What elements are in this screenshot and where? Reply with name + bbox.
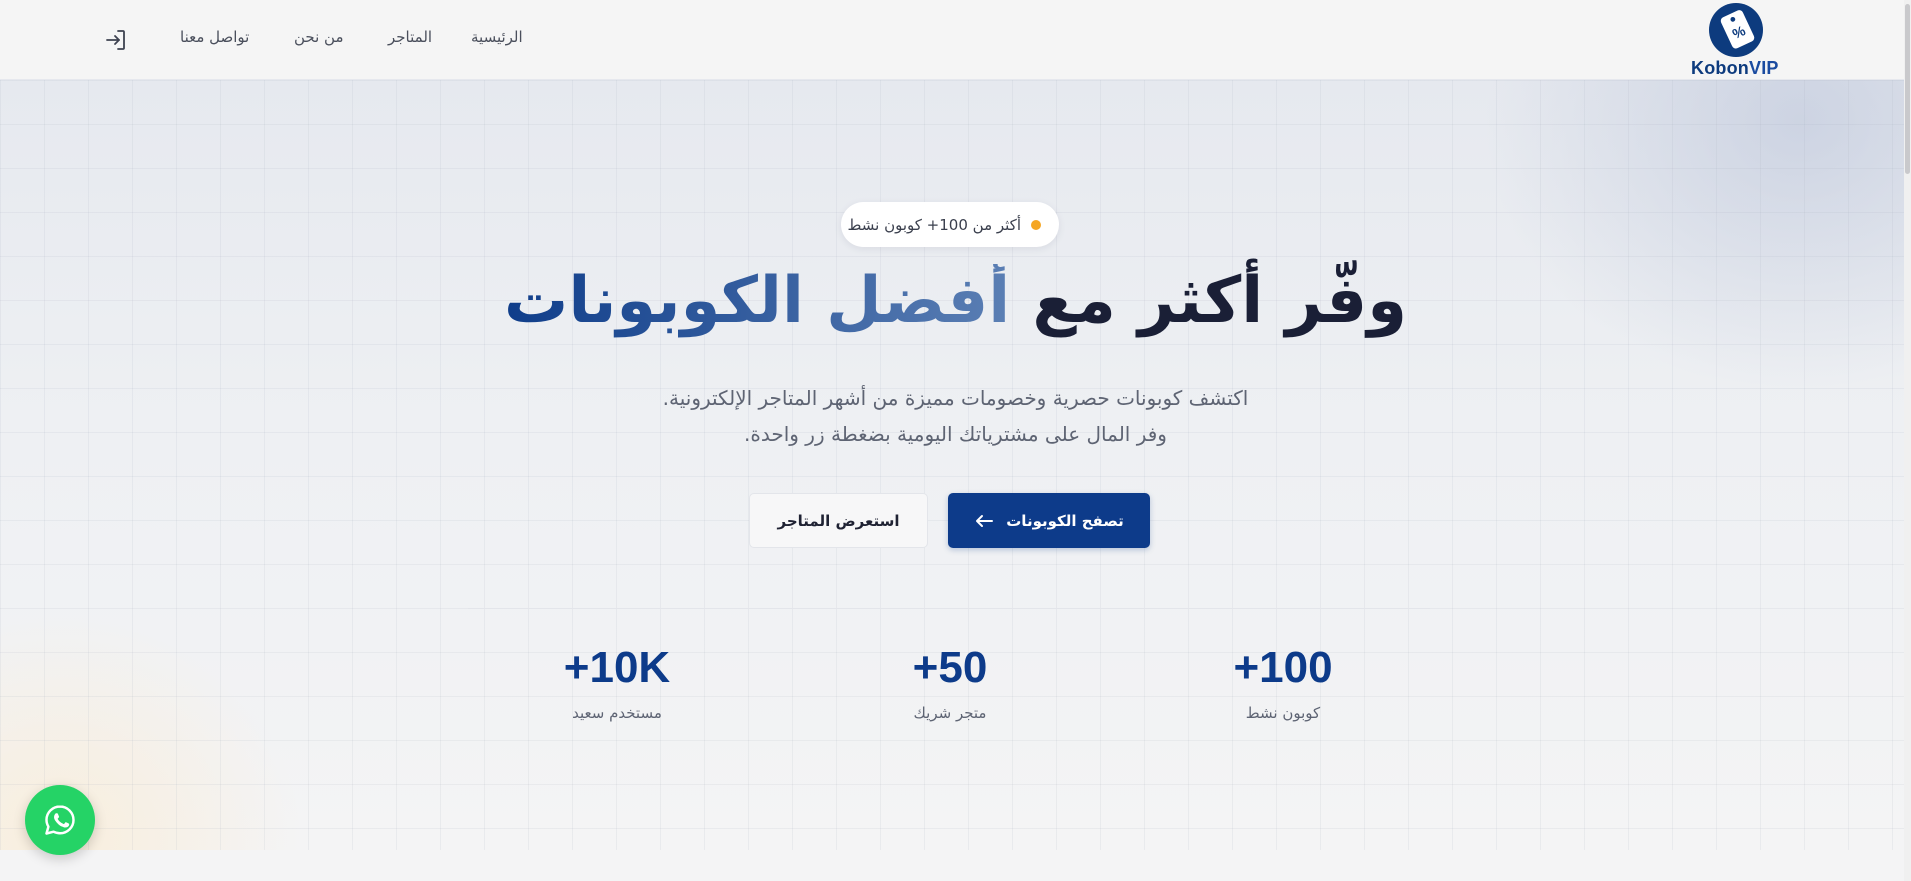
browse-stores-label: استعرض المتاجر — [777, 511, 900, 530]
scrollbar-thumb[interactable] — [1905, 4, 1910, 174]
whatsapp-button[interactable] — [25, 785, 95, 855]
nav-stores[interactable]: المتاجر — [388, 28, 432, 46]
browse-coupons-label: تصفح الكوبونات — [1006, 511, 1124, 530]
logo[interactable]: % KobonVIP — [1683, 0, 1791, 80]
stat-value: +50 — [912, 643, 988, 692]
hero-headline: وفّر أكثر مع أفضل الكوبونات — [0, 260, 1911, 343]
stat-stores: +50 متجر شريك — [850, 643, 1050, 723]
arrow-left-icon — [976, 514, 994, 527]
stat-value: +100 — [1233, 643, 1333, 692]
nav-about[interactable]: من نحن — [294, 28, 344, 46]
nav-contact[interactable]: تواصل معنا — [180, 28, 249, 46]
headline-accent: أفضل الكوبونات — [504, 264, 1011, 338]
active-coupons-badge: أكثر من 100+ كوبون نشط — [841, 202, 1059, 247]
stat-value: +10K — [563, 643, 671, 692]
logo-text: KobonVIP — [1691, 58, 1779, 79]
status-dot — [1031, 219, 1041, 230]
browse-stores-button[interactable]: استعرض المتاجر — [749, 493, 928, 548]
nav-home[interactable]: الرئيسية — [471, 28, 523, 46]
headline-plain: وفّر أكثر مع — [1010, 264, 1407, 338]
page-bottom-strip — [0, 850, 1911, 881]
badge-text: أكثر من 100+ كوبون نشط — [847, 215, 1021, 234]
hero-grid-background — [0, 80, 1911, 850]
login-icon[interactable] — [104, 28, 128, 52]
page-scrollbar[interactable] — [1904, 0, 1911, 881]
hero-section: أكثر من 100+ كوبون نشط وفّر أكثر مع أفضل… — [0, 80, 1911, 850]
hero-subtitle-line2: وفر المال على مشترياتك اليومية بضغطة زر … — [744, 422, 1167, 446]
stat-label: مستخدم سعيد — [572, 704, 662, 722]
stat-users: +10K مستخدم سعيد — [517, 643, 717, 723]
whatsapp-icon — [45, 805, 75, 835]
logo-text-main: Kobon — [1691, 58, 1749, 78]
browse-coupons-button[interactable]: تصفح الكوبونات — [948, 493, 1150, 548]
stat-label: كوبون نشط — [1245, 704, 1321, 722]
stat-label: متجر شريك — [913, 704, 987, 722]
logo-text-accent: VIP — [1748, 58, 1779, 78]
stat-coupons: +100 كوبون نشط — [1183, 643, 1383, 723]
stats-divider — [468, 608, 1430, 609]
site-header: % KobonVIP الرئيسية المتاجر من نحن تواصل… — [0, 0, 1911, 80]
hero-subtitle-line1: اكتشف كوبونات حصرية وخصومات مميزة من أشه… — [662, 386, 1249, 410]
coupon-tag-icon: % — [1709, 3, 1763, 57]
